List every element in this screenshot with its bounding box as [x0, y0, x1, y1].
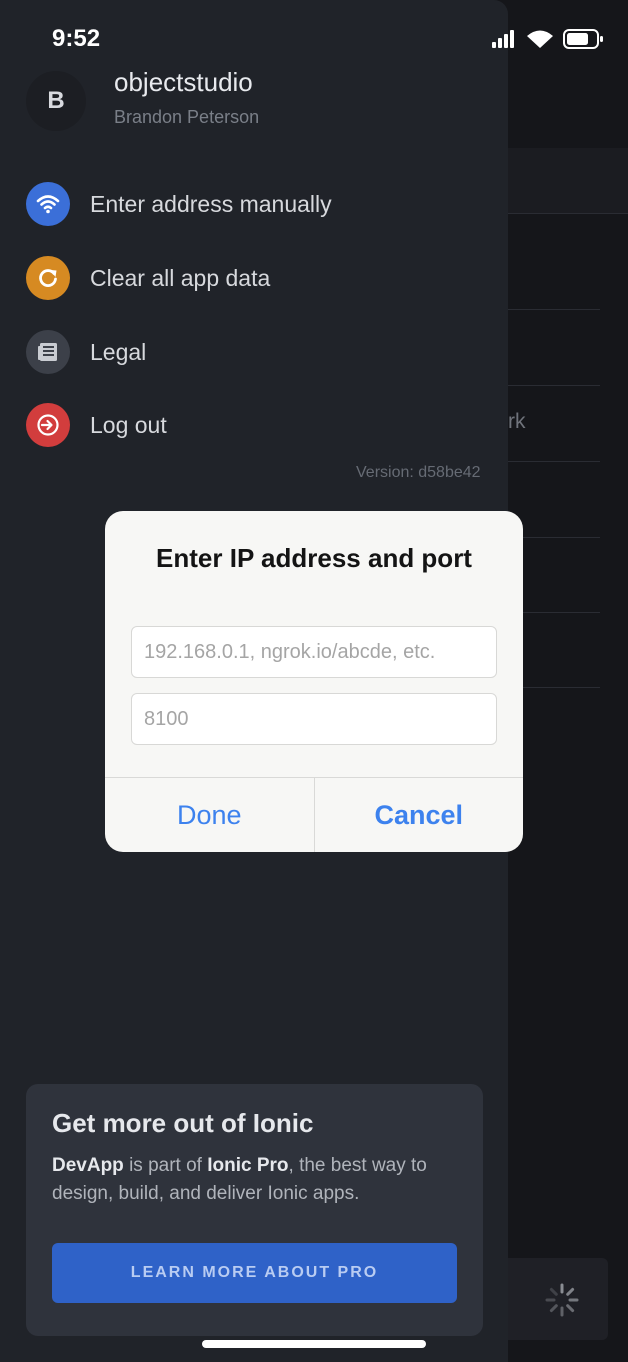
- promo-card: Get more out of Ionic DevApp is part of …: [26, 1084, 483, 1336]
- menu-item-logout[interactable]: Log out: [26, 402, 167, 448]
- profile-name: objectstudio: [114, 67, 253, 97]
- logout-icon: [26, 403, 70, 447]
- home-indicator: [202, 1340, 426, 1348]
- dialog-title: Enter IP address and port: [156, 543, 472, 573]
- background-row: [508, 310, 600, 386]
- address-input[interactable]: [131, 626, 497, 678]
- menu-item-label: Log out: [90, 411, 167, 438]
- promo-text: DevApp is part of Ionic Pro, the best wa…: [52, 1152, 462, 1208]
- signal-icon: [492, 30, 514, 48]
- background-row: [508, 234, 600, 310]
- promo-title: Get more out of Ionic: [52, 1108, 314, 1138]
- menu-item-clear-data[interactable]: Clear all app data: [26, 255, 270, 301]
- done-button[interactable]: Done: [105, 778, 314, 852]
- loading-spinner-icon: [545, 1283, 579, 1317]
- battery-icon: [563, 29, 603, 49]
- cancel-button[interactable]: Cancel: [313, 778, 524, 852]
- ip-address-dialog: Enter IP address and port Done Cancel: [105, 511, 523, 852]
- promo-product: Ionic Pro: [207, 1155, 289, 1176]
- status-icons: [492, 29, 603, 49]
- port-input[interactable]: [131, 693, 497, 745]
- wifi-status-icon: [527, 30, 553, 48]
- menu-item-legal[interactable]: Legal: [26, 329, 146, 375]
- avatar: B: [26, 71, 86, 131]
- document-icon: [26, 330, 70, 374]
- promo-text-mid: is part of: [123, 1155, 208, 1176]
- wifi-icon: [26, 182, 70, 226]
- version-label: Version: d58be42: [356, 464, 481, 481]
- profile-subtitle: Brandon Peterson: [114, 107, 260, 127]
- background-header: [508, 148, 628, 214]
- menu-item-label: Legal: [90, 338, 147, 365]
- background-row-text: rk: [508, 410, 526, 433]
- dialog-actions: Done Cancel: [105, 777, 523, 852]
- refresh-icon: [26, 256, 70, 300]
- menu-item-label: Clear all app data: [90, 264, 271, 291]
- status-time: 9:52: [52, 25, 101, 52]
- promo-brand: DevApp: [52, 1155, 124, 1176]
- menu-item-label: Enter address manually: [90, 190, 332, 217]
- learn-more-button[interactable]: LEARN MORE ABOUT PRO: [52, 1243, 457, 1303]
- menu-item-enter-address[interactable]: Enter address manually: [26, 181, 332, 227]
